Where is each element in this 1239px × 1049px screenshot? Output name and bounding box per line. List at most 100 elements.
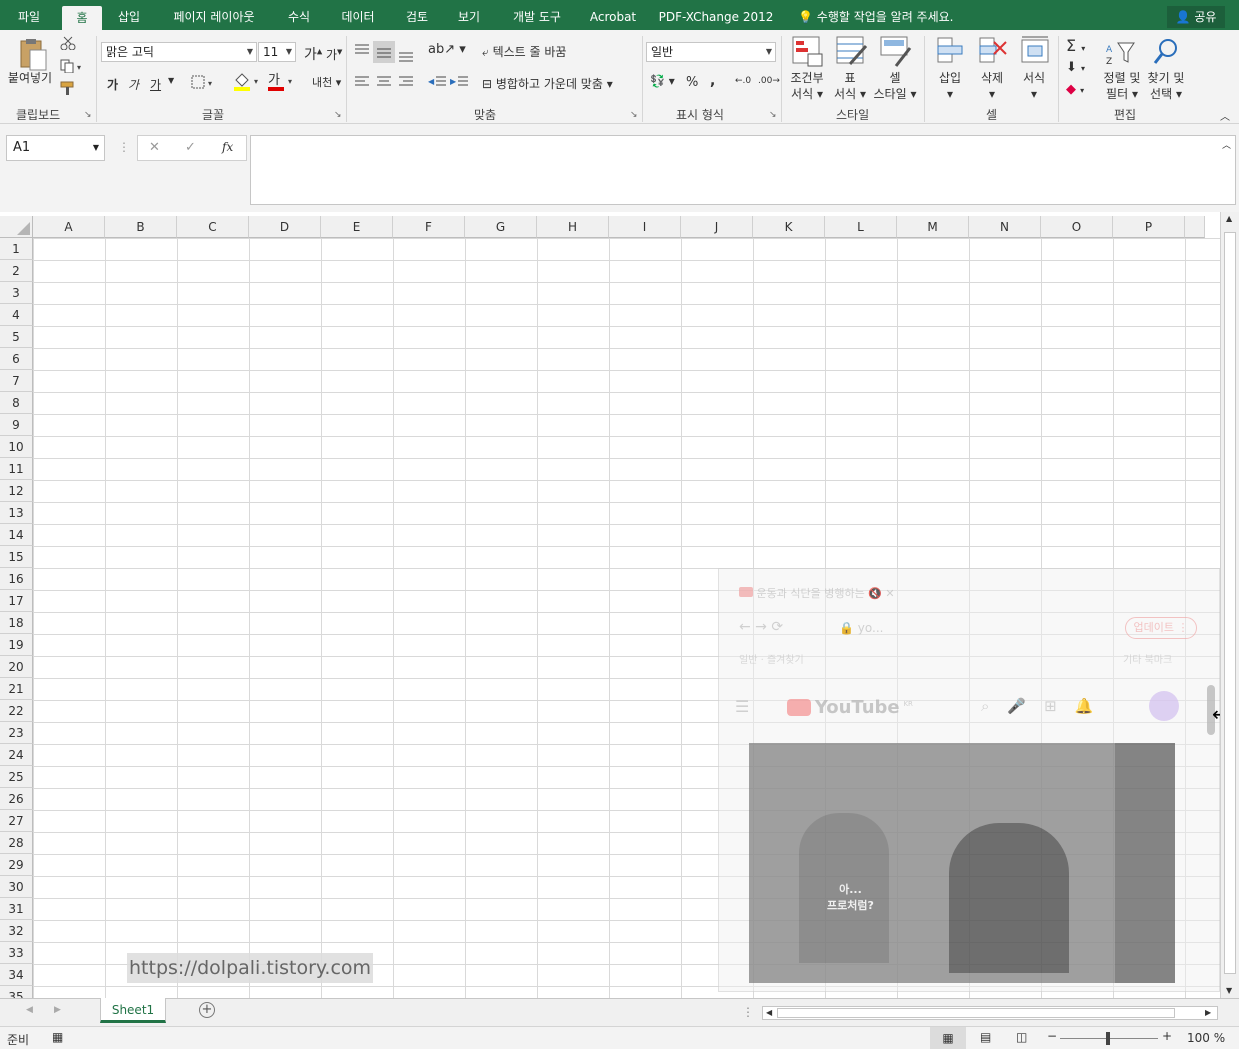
row-header[interactable]: 3 xyxy=(0,282,33,304)
clear-icon[interactable]: ◆ ▾ xyxy=(1066,82,1084,97)
page-layout-view-icon[interactable]: ▤ xyxy=(980,1030,991,1044)
row-header[interactable]: 11 xyxy=(0,458,33,480)
insert-cells-icon[interactable] xyxy=(936,36,966,69)
page-break-view-icon[interactable]: ◫ xyxy=(1016,1030,1027,1044)
decrease-decimal-icon[interactable]: .00→ xyxy=(758,76,780,86)
row-header[interactable]: 2 xyxy=(0,260,33,282)
format-cells-button[interactable]: 서식 ▾ xyxy=(1016,70,1052,102)
decrease-font-size-button[interactable]: 가▼ xyxy=(326,46,342,63)
column-header[interactable]: I xyxy=(609,216,681,238)
zoom-out-icon[interactable]: − xyxy=(1047,1029,1057,1043)
zoom-level[interactable]: 100 % xyxy=(1187,1031,1225,1045)
horizontal-scroll-thumb[interactable] xyxy=(777,1008,1175,1018)
comma-button[interactable]: , xyxy=(710,73,715,89)
row-header[interactable]: 29 xyxy=(0,854,33,876)
paste-button[interactable]: 붙여넣기 xyxy=(4,70,56,86)
chevron-down-icon[interactable]: ▼ xyxy=(168,76,174,85)
enter-icon[interactable]: ✓ xyxy=(185,140,196,155)
row-header[interactable]: 28 xyxy=(0,832,33,854)
tab-data[interactable]: 데이터 xyxy=(330,0,386,30)
macro-record-icon[interactable]: ▦ xyxy=(52,1030,63,1044)
column-header[interactable]: H xyxy=(537,216,609,238)
tab-acrobat[interactable]: Acrobat xyxy=(584,0,642,30)
column-header[interactable]: D xyxy=(249,216,321,238)
column-header[interactable]: L xyxy=(825,216,897,238)
format-as-table-button[interactable]: 표 서식 ▾ xyxy=(830,70,870,102)
row-header[interactable]: 23 xyxy=(0,722,33,744)
indent-icon[interactable]: ◀ ▶ xyxy=(428,74,470,93)
row-header[interactable]: 25 xyxy=(0,766,33,788)
autosum-icon[interactable]: Σ ▾ xyxy=(1066,36,1085,55)
number-launcher-icon[interactable]: ↘ xyxy=(769,110,777,120)
vertical-scrollbar[interactable]: ▲ ▼ xyxy=(1220,212,1239,1000)
row-header[interactable]: 15 xyxy=(0,546,33,568)
column-header[interactable]: K xyxy=(753,216,825,238)
border-icon[interactable]: ▾ xyxy=(190,74,216,93)
conditional-formatting-button[interactable]: 조건부 서식 ▾ xyxy=(786,70,828,102)
cell-styles-button[interactable]: 셀 스타일 ▾ xyxy=(870,70,920,102)
search-icon[interactable] xyxy=(1152,38,1182,69)
font-color-icon[interactable]: 가 ▾ xyxy=(266,72,296,95)
row-header[interactable]: 19 xyxy=(0,634,33,656)
tell-me-box[interactable]: 💡 수행할 작업을 알려 주세요. xyxy=(798,0,953,30)
scroll-right-icon[interactable]: ▶ xyxy=(1205,1008,1211,1017)
sort-filter-icon[interactable]: AZ xyxy=(1106,40,1136,69)
column-header[interactable]: J xyxy=(681,216,753,238)
insert-function-button[interactable]: fx xyxy=(222,140,233,154)
row-header[interactable]: 30 xyxy=(0,876,33,898)
row-header[interactable]: 6 xyxy=(0,348,33,370)
column-header[interactable]: M xyxy=(897,216,969,238)
prev-sheet-icon[interactable]: ◀ xyxy=(26,1005,33,1015)
normal-view-icon[interactable]: ▦ xyxy=(930,1027,966,1049)
row-header[interactable]: 26 xyxy=(0,788,33,810)
row-header[interactable]: 27 xyxy=(0,810,33,832)
tab-formulas[interactable]: 수식 xyxy=(278,0,320,30)
column-header[interactable]: E xyxy=(321,216,393,238)
row-header[interactable]: 12 xyxy=(0,480,33,502)
row-header[interactable]: 7 xyxy=(0,370,33,392)
tab-file[interactable]: 파일 xyxy=(6,0,52,30)
format-painter-icon[interactable] xyxy=(60,81,76,98)
column-header[interactable]: N xyxy=(969,216,1041,238)
align-left-icon[interactable] xyxy=(352,74,422,93)
row-header[interactable]: 9 xyxy=(0,414,33,436)
row-header[interactable]: 31 xyxy=(0,898,33,920)
format-as-table-icon[interactable] xyxy=(836,36,868,71)
clipboard-launcher-icon[interactable]: ↘ xyxy=(84,110,92,120)
font-size-select[interactable]: 11 ▼ xyxy=(258,42,296,62)
cancel-icon[interactable]: ✕ xyxy=(149,140,160,155)
zoom-in-icon[interactable]: + xyxy=(1162,1029,1172,1043)
row-header[interactable]: 32 xyxy=(0,920,33,942)
row-header[interactable]: 16 xyxy=(0,568,33,590)
tab-insert[interactable]: 삽입 xyxy=(108,0,150,30)
name-box[interactable]: A1 ▼ xyxy=(6,135,105,161)
increase-decimal-icon[interactable]: ←.0 xyxy=(735,76,751,86)
expand-formula-icon[interactable]: ︿ xyxy=(1222,138,1231,151)
horizontal-scrollbar[interactable]: ◀ ▶ xyxy=(762,1006,1218,1020)
align-top-icon[interactable] xyxy=(352,40,422,67)
tab-developer[interactable]: 개발 도구 xyxy=(500,0,574,30)
sort-filter-button[interactable]: 정렬 및 필터 ▾ xyxy=(1100,70,1144,102)
row-header[interactable]: 13 xyxy=(0,502,33,524)
tab-review[interactable]: 검토 xyxy=(396,0,438,30)
row-header[interactable]: 14 xyxy=(0,524,33,546)
sheet-tab-sheet1[interactable]: Sheet1 xyxy=(100,998,166,1023)
zoom-slider-thumb[interactable] xyxy=(1106,1032,1110,1045)
row-header[interactable]: 33 xyxy=(0,942,33,964)
tab-page-layout[interactable]: 페이지 레이아웃 xyxy=(160,0,268,30)
share-button[interactable]: 👤 공유 xyxy=(1167,6,1225,28)
next-sheet-icon[interactable]: ▶ xyxy=(54,1005,61,1015)
column-header[interactable]: B xyxy=(105,216,177,238)
currency-icon[interactable]: 💱 ▾ xyxy=(650,74,675,88)
row-header[interactable]: 1 xyxy=(0,238,33,260)
column-header[interactable]: A xyxy=(33,216,105,238)
alignment-launcher-icon[interactable]: ↘ xyxy=(630,110,638,120)
select-all-button[interactable] xyxy=(0,216,33,238)
cell-styles-icon[interactable] xyxy=(880,36,912,71)
row-header[interactable]: 18 xyxy=(0,612,33,634)
scroll-down-icon[interactable]: ▼ xyxy=(1226,986,1232,995)
column-header[interactable]: P xyxy=(1113,216,1185,238)
row-header[interactable]: 24 xyxy=(0,744,33,766)
delete-cells-icon[interactable] xyxy=(978,36,1008,69)
find-select-button[interactable]: 찾기 및 선택 ▾ xyxy=(1144,70,1188,102)
